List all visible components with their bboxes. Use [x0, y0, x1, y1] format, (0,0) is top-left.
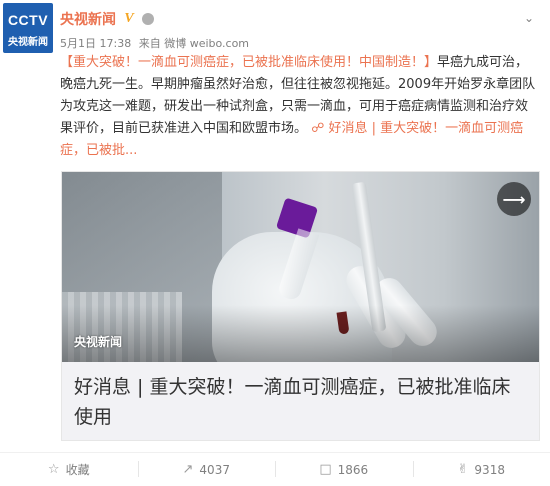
- post-hashtag[interactable]: 【重大突破！一滴血可测癌症，已被批准临床使用！中国制造！】: [60, 55, 437, 70]
- link-icon[interactable]: ☍: [311, 121, 324, 136]
- cctv-logo: CCTV: [7, 12, 49, 28]
- member-icon[interactable]: [142, 13, 154, 25]
- favorite-button[interactable]: ☆ 收藏: [0, 453, 138, 486]
- user-name-link[interactable]: 央视新闻: [60, 9, 116, 29]
- video-watermark: 央视新闻: [74, 335, 123, 349]
- link-card[interactable]: ⟶ 央视新闻 好消息 | 重大突破！一滴血可测癌症，已被批准临床使用: [61, 171, 540, 441]
- star-icon: ☆: [47, 462, 60, 477]
- like-count: 9318: [474, 462, 505, 477]
- lightning-icon[interactable]: ⟶: [497, 182, 531, 216]
- card-title[interactable]: 好消息 | 重大突破！一滴血可测癌症，已被批准临床使用: [74, 372, 529, 432]
- favorite-label: 收藏: [65, 463, 90, 477]
- repost-icon: ↗: [182, 462, 194, 477]
- post-source: 来自 微博 weibo.com: [138, 37, 250, 50]
- post-meta: 5月1日 17:38 来自 微博 weibo.com: [60, 35, 253, 51]
- verified-icon[interactable]: V: [122, 11, 136, 26]
- video-thumbnail[interactable]: ⟶ 央视新闻: [62, 172, 539, 362]
- post-text: 【重大突破！一滴血可测癌症，已被批准临床使用！中国制造！】早癌九成可治，晚癌九死…: [60, 52, 540, 162]
- chevron-down-icon[interactable]: ⌄: [524, 11, 534, 25]
- post-time[interactable]: 5月1日 17:38: [60, 37, 131, 50]
- avatar[interactable]: CCTV 央视新闻: [3, 3, 53, 53]
- action-bar: ☆ 收藏 ↗ 4037 □ 1866 ✌ 9318: [0, 452, 550, 486]
- comment-button[interactable]: □ 1866: [275, 453, 413, 486]
- repost-count: 4037: [199, 462, 230, 477]
- post-header: 央视新闻 V ⌄: [60, 9, 538, 29]
- comment-icon: □: [319, 462, 332, 477]
- thumbs-up-icon: ✌: [457, 462, 469, 477]
- like-button[interactable]: ✌ 9318: [412, 453, 550, 486]
- comment-count: 1866: [337, 462, 369, 477]
- repost-button[interactable]: ↗ 4037: [137, 453, 276, 486]
- avatar-channel-name: 央视新闻: [8, 37, 48, 48]
